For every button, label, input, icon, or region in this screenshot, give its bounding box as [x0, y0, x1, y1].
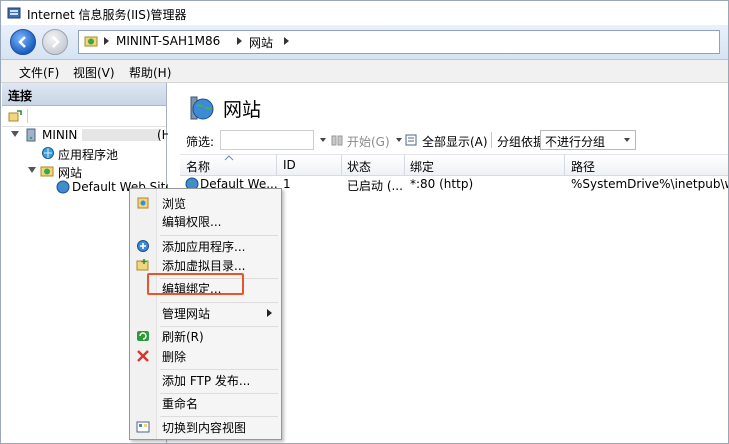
iis-app-icon — [7, 7, 21, 19]
column-divider[interactable] — [564, 155, 565, 175]
column-header-name[interactable]: 名称 — [186, 158, 210, 175]
menu-item-edit-permissions[interactable]: 编辑权限... — [130, 210, 281, 232]
forward-button[interactable] — [42, 29, 68, 55]
tree-label-server: MININ — [42, 128, 78, 142]
menu-item-label: 添加 FTP 发布... — [162, 374, 251, 388]
menu-bar: 文件(F) 视图(V) 帮助(H) — [1, 60, 728, 83]
start-icon — [331, 135, 343, 146]
tree-node-server[interactable]: MININ (H — [2, 126, 171, 144]
column-header-id[interactable]: ID — [283, 158, 296, 172]
toolbar-divider — [491, 132, 492, 148]
back-arrow-icon — [18, 36, 26, 48]
menu-item-rename[interactable]: 重命名 — [130, 392, 281, 414]
expand-arrow-icon[interactable] — [11, 131, 19, 137]
show-all-button[interactable]: 全部显示(A) — [422, 133, 488, 150]
menu-item-label: 重命名 — [162, 397, 199, 411]
connections-title: 连接 — [8, 89, 33, 103]
filter-label: 筛选: — [186, 135, 215, 149]
submenu-arrow-icon — [267, 309, 272, 317]
toolbar-divider — [27, 109, 28, 123]
sort-ascending-icon — [224, 155, 234, 161]
menu-item-delete[interactable]: 删除 — [130, 345, 281, 367]
breadcrumb-separator-icon — [237, 37, 242, 45]
show-all-icon — [405, 134, 417, 146]
tree-node-app-pools[interactable]: 应用程序池 — [2, 144, 166, 162]
menu-item-label: 管理网站 — [162, 307, 211, 321]
menu-item-manage-website[interactable]: 管理网站 — [130, 302, 281, 324]
chevron-down-icon — [624, 138, 630, 142]
page-title: 网站 — [223, 99, 262, 121]
menu-item-label: 删除 — [162, 350, 187, 364]
menu-item-switch-content-view[interactable]: 切换到内容视图 — [130, 416, 281, 438]
breadcrumb-separator-icon — [284, 37, 289, 45]
breadcrumb-server[interactable]: MININT-SAH1M86 — [116, 34, 220, 48]
back-button[interactable] — [10, 29, 36, 55]
address-field[interactable]: MININT-SAH1M86 网站 — [78, 30, 720, 54]
column-header-status[interactable]: 状态 — [347, 158, 371, 175]
iis-manager-window: Internet 信息服务(IIS)管理器 MININT-SAH1M86 网站 — [0, 0, 729, 444]
menu-item-label: 添加虚拟目录... — [162, 259, 246, 273]
cell-id: 1 — [283, 177, 291, 191]
sites-folder-icon — [84, 36, 98, 47]
menu-item-label: 编辑权限... — [162, 215, 222, 229]
connections-toolbar — [2, 106, 166, 127]
browse-icon — [137, 197, 149, 209]
column-header-binding[interactable]: 绑定 — [410, 158, 434, 175]
delete-icon — [137, 350, 149, 362]
globe-icon — [56, 180, 70, 194]
breadcrumb-sites[interactable]: 网站 — [249, 34, 273, 51]
cell-status: 已启动 (... — [347, 179, 403, 193]
start-dropdown-icon[interactable] — [396, 138, 402, 142]
filter-toolbar: 筛选: 开始(G) 全部显示(A) 分组依据: 不进行分组 — [180, 129, 728, 151]
content-view-icon — [136, 421, 150, 433]
menu-help[interactable]: 帮助(H) — [129, 64, 171, 81]
filter-dropdown-icon[interactable] — [320, 138, 326, 142]
menu-file[interactable]: 文件(F) — [19, 64, 59, 81]
refresh-icon — [137, 331, 149, 341]
menu-item-add-ftp[interactable]: 添加 FTP 发布... — [130, 369, 281, 391]
start-button[interactable]: 开始(G) — [347, 133, 390, 150]
column-header-path[interactable]: 路径 — [571, 158, 595, 175]
title-bar: Internet 信息服务(IIS)管理器 — [1, 1, 728, 25]
context-menu: 浏览 编辑权限... 添加应用程序... 添加虚拟目录... 编辑绑定... 管… — [129, 188, 282, 440]
highlight-annotation — [147, 273, 244, 295]
menu-item-label: 添加应用程序... — [162, 240, 246, 254]
redacted-region — [82, 129, 160, 141]
menu-item-refresh[interactable]: 刷新(R) — [130, 325, 281, 347]
connect-icon[interactable] — [8, 109, 22, 123]
group-by-select[interactable]: 不进行分组 — [540, 130, 636, 150]
sites-folder-icon — [40, 166, 54, 177]
expand-arrow-icon[interactable] — [28, 167, 36, 173]
menu-view[interactable]: 视图(V) — [73, 64, 115, 81]
window-title: Internet 信息服务(IIS)管理器 — [27, 8, 187, 22]
group-by-value: 不进行分组 — [545, 135, 606, 149]
filter-input[interactable] — [220, 130, 314, 150]
column-divider[interactable] — [404, 155, 405, 175]
app-pool-icon — [42, 147, 54, 159]
breadcrumb-separator-icon — [104, 37, 109, 45]
add-app-icon — [137, 240, 149, 252]
forward-arrow-icon — [52, 36, 60, 48]
add-vdir-icon — [136, 259, 149, 271]
column-divider[interactable] — [276, 155, 277, 175]
column-divider[interactable] — [341, 155, 342, 175]
menu-item-label: 刷新(R) — [162, 330, 204, 344]
sites-grid-header: 名称 ID 状态 绑定 路径 — [180, 154, 728, 176]
menu-item-label: 切换到内容视图 — [162, 421, 247, 435]
cell-path: %SystemDrive%\inetpub\w — [571, 177, 729, 191]
address-toolbar: MININT-SAH1M86 网站 — [1, 25, 728, 60]
server-icon — [26, 128, 36, 142]
sites-heading-icon — [190, 96, 214, 120]
tree-label-app-pools: 应用程序池 — [58, 148, 119, 162]
connections-header: 连接 — [2, 83, 166, 106]
cell-binding: *:80 (http) — [410, 177, 474, 191]
